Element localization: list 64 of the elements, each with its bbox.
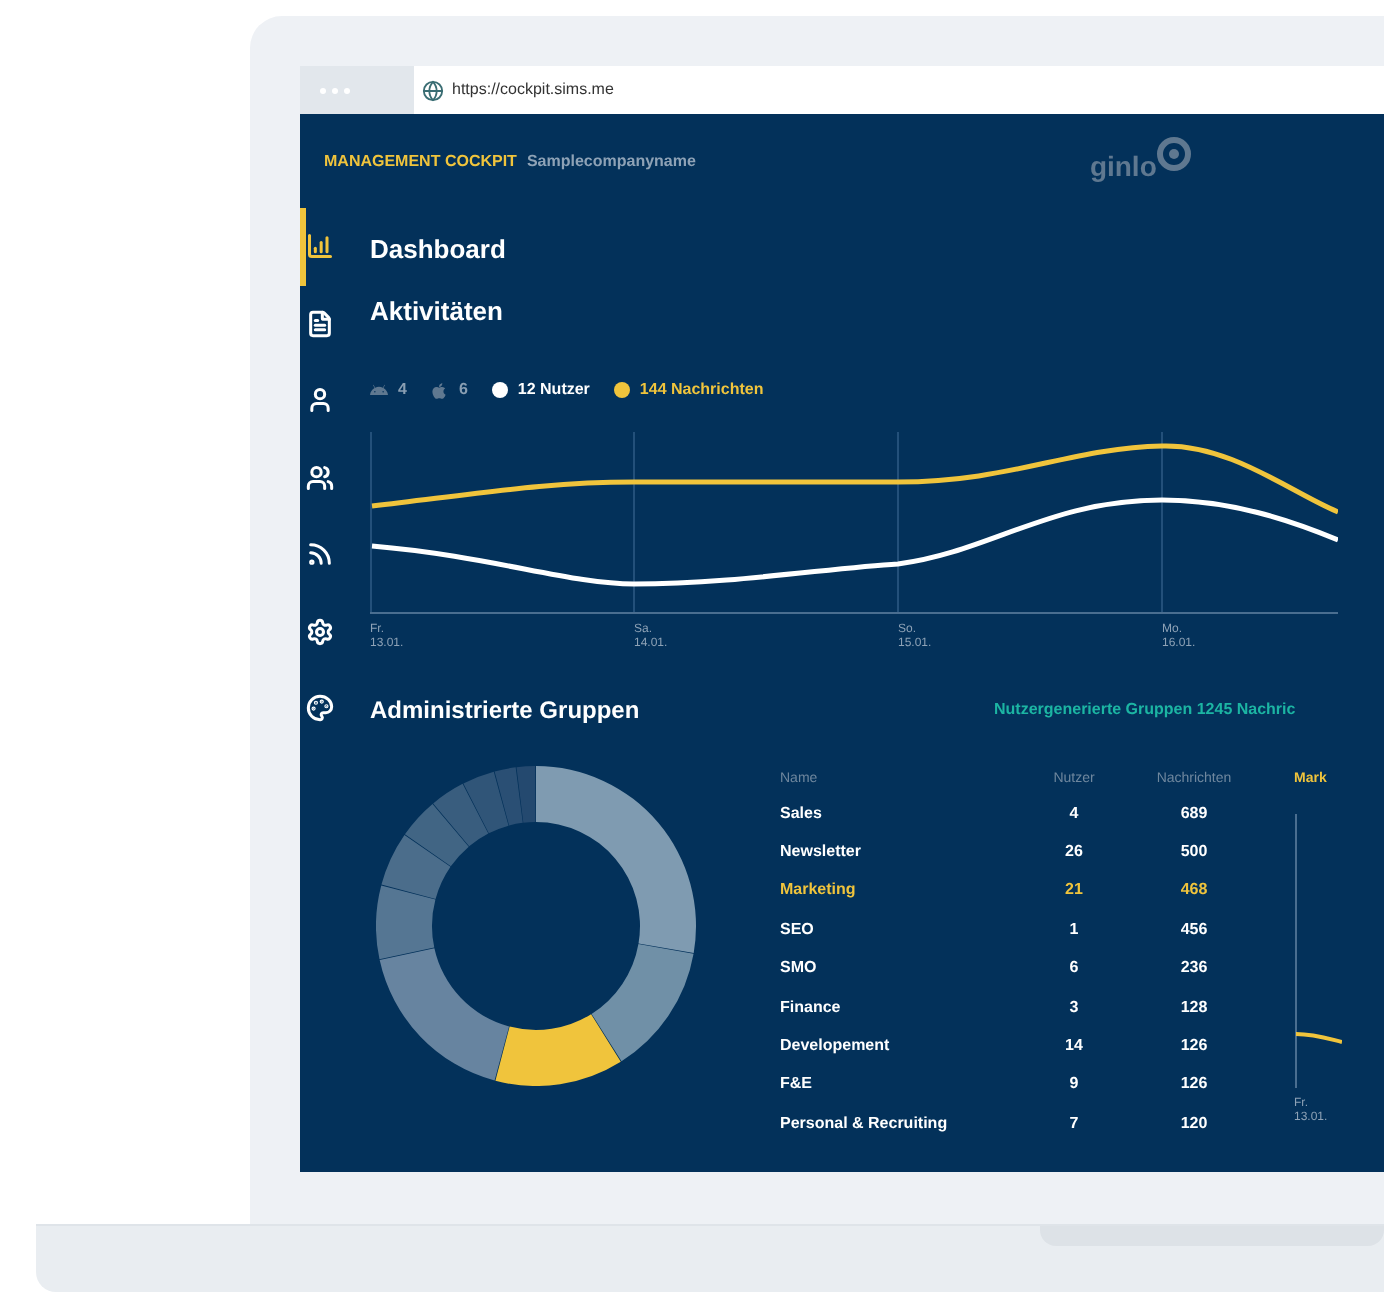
table-row[interactable]: Finance 3 128 (780, 987, 1254, 1027)
table-cell-text: 9 (1067, 1072, 1081, 1097)
palette-icon (306, 694, 334, 723)
table-cell-text: Newsletter (780, 840, 863, 865)
legend-label: 144 Nachrichten (639, 378, 764, 402)
table-cell-text: 126 (1178, 1034, 1210, 1059)
table-cell-text: SEO (780, 917, 816, 942)
table-cell-text: 6 (1067, 956, 1081, 981)
table-cell-text: 1 (1067, 917, 1081, 942)
table-row[interactable]: Sales 4 689 (780, 794, 1254, 833)
table-cell-text: 500 (1178, 840, 1210, 865)
table-cell-text: 120 (1178, 1111, 1210, 1136)
table-cell-text: 3 (1067, 995, 1081, 1020)
table-cell-text: F&E (780, 1072, 814, 1097)
group-icon (306, 463, 334, 492)
app-title: MANAGEMENT COCKPIT (324, 149, 517, 173)
table-cell-text: 7 (1067, 1111, 1081, 1136)
table-row[interactable]: Newsletter 26 500 (780, 832, 1254, 872)
table-row[interactable]: Personal & Recruiting 7 120 (780, 1104, 1254, 1144)
table-cell-text: 4 (1067, 801, 1081, 826)
user-groups-title: Nutzergenerierte Gruppen 1245 Nachric (994, 698, 1296, 722)
donut-slice (404, 803, 469, 867)
legend-label: 12 Nutzer (517, 378, 590, 402)
section-title: Aktivitäten (370, 296, 503, 328)
group-line (1295, 1032, 1342, 1044)
section-title: Administrierte Gruppen (370, 694, 642, 726)
nav-item[interactable] (300, 208, 334, 285)
table-cell-text: Marketing (780, 878, 858, 903)
bar-chart-icon (306, 232, 334, 261)
table-cell-text: Personal & Recruiting (780, 1111, 950, 1136)
user-icon (306, 386, 334, 415)
donut-slice (381, 834, 451, 900)
android-icon (370, 381, 388, 399)
table-cell-text: Finance (780, 995, 843, 1020)
table-cell-text: 14 (1063, 1034, 1085, 1059)
table-row[interactable]: Marketing 21 468 (780, 871, 1254, 911)
table-cell-text: 21 (1063, 878, 1085, 903)
address-field[interactable]: https://cockpit.sims.me (414, 66, 1384, 114)
donut-slice (433, 783, 489, 847)
table-cell-text: 689 (1178, 801, 1210, 826)
table-cell-text: 26 (1063, 840, 1085, 865)
legend-label: 6 (458, 378, 468, 402)
logo: ginlo (1089, 135, 1193, 187)
legend-label: 4 (398, 378, 407, 402)
table-cell-text: 126 (1178, 1072, 1210, 1097)
table-row[interactable]: Developement 14 126 (780, 1026, 1254, 1066)
table-row[interactable]: SEO 1 456 (780, 910, 1254, 950)
table-row[interactable]: SMO 6 236 (780, 949, 1254, 988)
table-cell-text: Sales (780, 801, 824, 826)
table-cell-text: 236 (1178, 956, 1210, 981)
table-cell-text: 128 (1178, 995, 1210, 1020)
document-icon (306, 309, 334, 338)
company-name: Samplecompanyname (526, 149, 696, 173)
table-cell-text: Developement (780, 1034, 892, 1059)
apple-icon (430, 381, 449, 399)
table-cell-text: 456 (1178, 917, 1210, 942)
globe-icon (422, 79, 444, 101)
table-row[interactable]: F&E 9 126 (780, 1065, 1254, 1105)
page-title: Dashboard (370, 234, 506, 266)
logo-ring-icon (1156, 135, 1193, 171)
table-cell-text: 468 (1178, 878, 1210, 903)
rss-icon (306, 540, 334, 569)
settings-icon (306, 617, 334, 646)
table-cell-text: SMO (780, 956, 819, 981)
